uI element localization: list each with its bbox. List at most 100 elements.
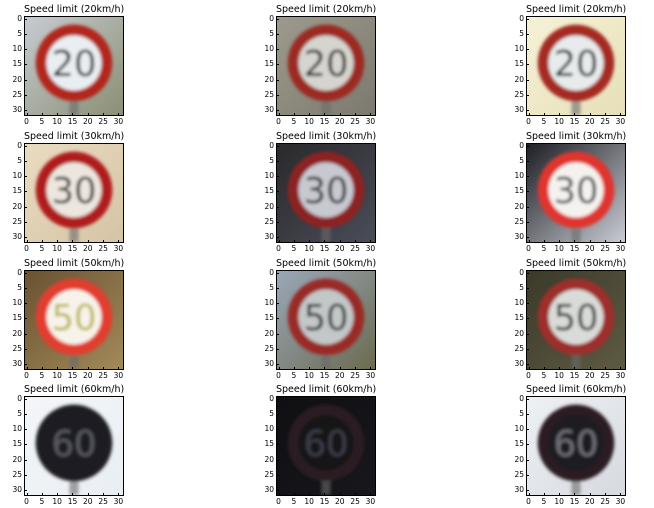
y-tick-mark: [526, 95, 529, 97]
x-tick-label: 25: [600, 371, 610, 380]
x-tick-mark: [574, 367, 576, 370]
x-tick-mark: [620, 367, 622, 370]
sign-image: 20: [276, 16, 376, 116]
y-tick-label: 20: [264, 201, 274, 211]
x-tick-label: 10: [554, 117, 564, 126]
x-tick-mark: [103, 367, 105, 370]
subplot: Speed limit (30km/h) 30 0 5 10 15 20 25 30 0 5 10 15…: [502, 127, 652, 253]
y-tick-mark: [24, 333, 27, 335]
x-tick-mark: [309, 493, 311, 496]
subplot: Speed limit (30km/h) 30 0 5 10 15 20 25 30 0 5 10 15…: [252, 127, 402, 253]
y-tick-mark: [276, 413, 279, 415]
x-tick-label: 0: [526, 244, 531, 253]
y-tick-mark: [24, 287, 27, 289]
x-tick-mark: [339, 240, 341, 243]
x-tick-label: 0: [24, 244, 29, 253]
x-tick-mark: [528, 493, 530, 496]
y-tick-mark: [276, 398, 279, 400]
sign-image: 60: [526, 396, 626, 496]
x-tick-mark: [278, 493, 280, 496]
x-tick-mark: [355, 113, 357, 116]
y-tick-label: 25: [514, 217, 524, 227]
x-tick-label: 20: [335, 244, 345, 253]
y-tick-label: 15: [12, 439, 22, 449]
x-tick-label: 10: [52, 371, 62, 380]
x-tick-mark: [370, 113, 372, 116]
y-tick-label: 5: [17, 408, 22, 418]
y-tick-label: 25: [12, 470, 22, 480]
y-tick-mark: [526, 18, 529, 20]
x-tick-mark: [26, 240, 28, 243]
sign-thumbnail: 50: [25, 271, 123, 369]
x-tick-mark: [528, 367, 530, 370]
subplot: Speed limit (20km/h) 20 0 5 10 15 20 25 30 0 5 10 15…: [502, 0, 652, 126]
x-tick-mark: [103, 240, 105, 243]
x-tick-mark: [339, 113, 341, 116]
y-tick-label: 10: [514, 424, 524, 434]
y-tick-label: 15: [514, 59, 524, 69]
subplot-title: Speed limit (50km/h): [24, 258, 125, 269]
x-tick-mark: [118, 493, 120, 496]
subplot: Speed limit (50km/h) 50 0 5 10 15 20 25 30 0 5 10 15…: [0, 254, 150, 380]
y-tick-mark: [24, 206, 27, 208]
y-tick-mark: [526, 176, 529, 178]
y-tick-label: 0: [17, 267, 22, 277]
y-tick-label: 10: [514, 298, 524, 308]
x-tick-mark: [309, 240, 311, 243]
x-tick-label: 5: [541, 371, 547, 380]
y-tick-mark: [526, 287, 529, 289]
x-tick-mark: [324, 113, 326, 116]
y-tick-label: 25: [12, 217, 22, 227]
x-tick-mark: [370, 367, 372, 370]
y-tick-label: 15: [264, 186, 274, 196]
y-tick-label: 15: [264, 439, 274, 449]
x-tick-label: 0: [24, 497, 29, 506]
y-tick-mark: [276, 18, 279, 20]
sign-image: 50: [276, 270, 376, 370]
y-tick-mark: [276, 349, 279, 351]
x-tick-mark: [559, 240, 561, 243]
y-tick-label: 10: [12, 171, 22, 181]
svg-text:50: 50: [304, 298, 349, 339]
x-tick-label: 30: [615, 497, 626, 506]
x-tick-label: 20: [83, 244, 93, 253]
x-tick-mark: [293, 240, 295, 243]
x-tick-mark: [574, 493, 576, 496]
y-tick-mark: [24, 444, 27, 446]
x-tick-mark: [26, 113, 28, 116]
y-tick-mark: [526, 145, 529, 147]
y-tick-mark: [526, 475, 529, 477]
sign-image: 20: [24, 16, 124, 116]
x-tick-label: 5: [291, 244, 297, 253]
y-tick-mark: [24, 475, 27, 477]
x-tick-mark: [87, 113, 89, 116]
subplot-title: Speed limit (20km/h): [24, 4, 125, 15]
y-tick-label: 25: [264, 470, 274, 480]
y-tick-mark: [276, 444, 279, 446]
y-tick-label: 5: [269, 155, 274, 165]
svg-text:60: 60: [554, 424, 599, 465]
x-tick-label: 25: [600, 497, 610, 506]
y-tick-mark: [276, 364, 279, 366]
x-tick-mark: [278, 367, 280, 370]
y-tick-mark: [526, 459, 529, 461]
x-tick-label: 15: [67, 117, 78, 126]
x-tick-label: 5: [39, 497, 45, 506]
x-tick-label: 5: [291, 497, 297, 506]
x-tick-label: 30: [113, 244, 124, 253]
y-tick-mark: [276, 475, 279, 477]
y-tick-mark: [24, 49, 27, 51]
y-tick-label: 10: [12, 298, 22, 308]
subplot: Speed limit (50km/h) 50 0 5 10 15 20 25 30 0 5 10 15…: [252, 254, 402, 380]
x-tick-mark: [57, 113, 59, 116]
y-tick-mark: [24, 364, 27, 366]
x-tick-mark: [339, 493, 341, 496]
y-tick-label: 5: [519, 155, 524, 165]
sign-image: 60: [24, 396, 124, 496]
y-tick-label: 25: [264, 217, 274, 227]
x-tick-mark: [41, 367, 43, 370]
x-tick-mark: [620, 113, 622, 116]
x-tick-label: 20: [335, 497, 345, 506]
y-tick-mark: [24, 33, 27, 35]
x-tick-label: 30: [615, 117, 626, 126]
